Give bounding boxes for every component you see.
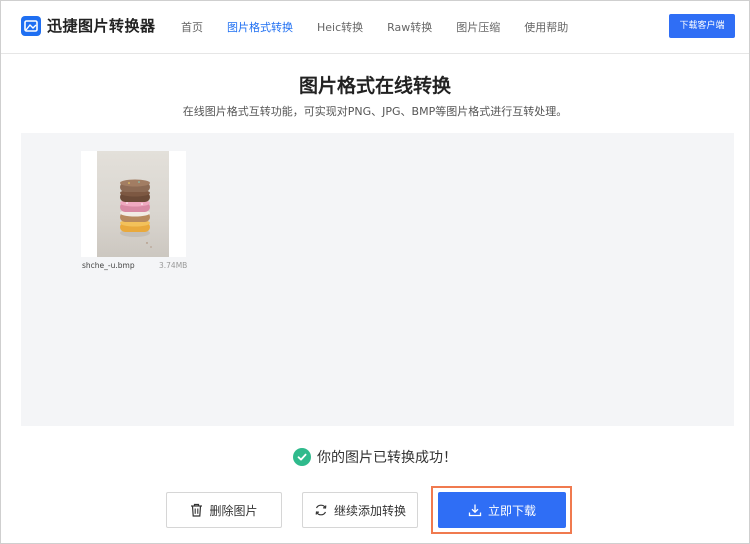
nav-item-compress[interactable]: 图片压缩 — [456, 19, 500, 35]
nav-item-raw[interactable]: Raw转换 — [387, 19, 432, 35]
app-logo[interactable]: 迅捷图片转换器 — [21, 15, 156, 36]
file-name: shche_-u.bmp — [82, 261, 135, 270]
success-text: 你的图片已转换成功！ — [317, 450, 457, 466]
continue-add-label: 继续添加转换 — [333, 503, 406, 518]
refresh-icon — [314, 503, 328, 517]
page-title: 图片格式在线转换 — [298, 75, 451, 97]
download-now-button[interactable]: 立即下载 — [438, 492, 566, 528]
download-now-label: 立即下载 — [487, 503, 536, 518]
file-workarea: shche_-u.bmp 3.74MB — [21, 133, 734, 426]
page-subtitle: 在线图片格式互转功能，可实现对PNG、JPG、BMP等图片格式进行互转处理。 — [182, 105, 568, 118]
trash-icon — [190, 503, 203, 517]
success-message: 你的图片已转换成功！ — [1, 447, 749, 467]
file-size: 3.74MB — [159, 261, 188, 270]
nav-item-heic[interactable]: Heic转换 — [317, 19, 363, 35]
delete-image-label: 删除图片 — [209, 503, 258, 518]
continue-add-button[interactable]: 继续添加转换 — [302, 492, 418, 528]
donut-photo — [97, 151, 169, 257]
delete-image-button[interactable]: 删除图片 — [166, 492, 282, 528]
image-logo-icon — [21, 15, 41, 36]
check-circle-icon — [293, 448, 311, 466]
nav-item-help[interactable]: 使用帮助 — [524, 19, 568, 35]
nav-item-home[interactable]: 首页 — [181, 19, 203, 35]
download-icon — [468, 503, 482, 517]
nav-item-format-convert[interactable]: 图片格式转换 — [227, 19, 293, 35]
download-client-button[interactable]: 下载客户端 — [669, 14, 735, 38]
main-nav: 首页 图片格式转换 Heic转换 Raw转换 图片压缩 使用帮助 — [181, 19, 592, 35]
app-name: 迅捷图片转换器 — [47, 17, 156, 35]
file-thumbnail[interactable] — [81, 151, 186, 257]
top-navbar: 迅捷图片转换器 首页 图片格式转换 Heic转换 Raw转换 图片压缩 使用帮助… — [1, 1, 749, 54]
